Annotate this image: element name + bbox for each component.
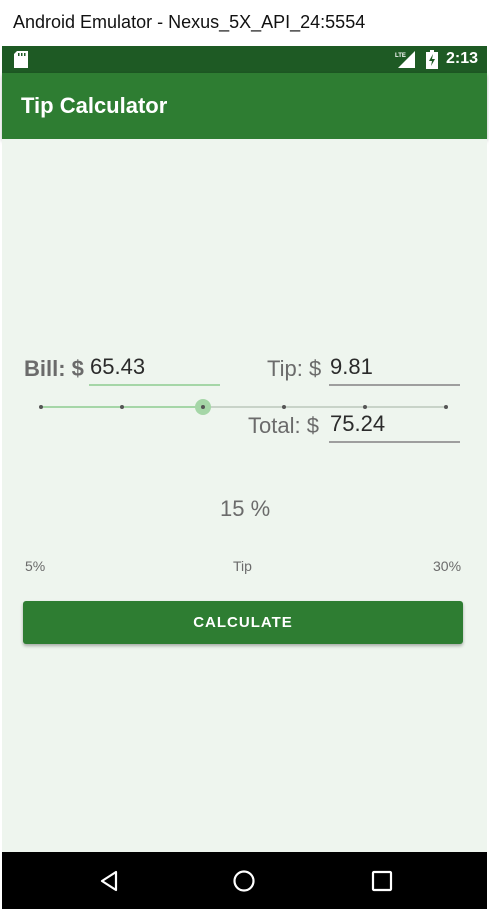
recents-icon[interactable] bbox=[371, 870, 393, 892]
slider-caption: Tip bbox=[233, 558, 252, 574]
bill-input[interactable]: 65.43 bbox=[89, 354, 220, 386]
back-icon[interactable] bbox=[99, 870, 119, 892]
app-bar: Tip Calculator bbox=[2, 73, 487, 139]
tip-percent-text: 15 % bbox=[220, 496, 271, 521]
svg-text:LTE: LTE bbox=[395, 53, 406, 59]
main-content: Bill: $ 65.43 Tip: $ 9.81 Total: $ 75.24… bbox=[2, 139, 487, 852]
slider-tick bbox=[282, 405, 286, 409]
slider-tick bbox=[363, 405, 367, 409]
slider-thumb[interactable] bbox=[195, 399, 211, 415]
slider-tick bbox=[444, 405, 448, 409]
bill-label: Bill: $ bbox=[24, 356, 84, 381]
sd-card-icon bbox=[14, 51, 28, 68]
navigation-bar bbox=[2, 852, 487, 909]
slider-tick bbox=[39, 405, 43, 409]
window-title: Android Emulator - Nexus_5X_API_24:5554 bbox=[0, 0, 489, 46]
slider-tick bbox=[120, 405, 124, 409]
slider-min-label: 5% bbox=[25, 558, 46, 574]
status-clock: 2:13 bbox=[446, 50, 479, 67]
app-title: Tip Calculator bbox=[21, 93, 168, 118]
tip-output-field[interactable]: 9.81 bbox=[329, 354, 460, 386]
lte-signal-icon: LTE bbox=[395, 51, 415, 68]
home-icon[interactable] bbox=[232, 869, 256, 893]
total-output-field[interactable]: 75.24 bbox=[329, 411, 460, 443]
calculate-button[interactable]: CALCULATE bbox=[23, 601, 463, 644]
tip-label: Tip: $ bbox=[267, 356, 322, 381]
slider-max-label: 30% bbox=[433, 558, 462, 574]
tip-slider[interactable] bbox=[39, 399, 448, 415]
battery-charging-icon bbox=[426, 50, 438, 69]
status-bar: LTE 2:13 bbox=[2, 46, 487, 73]
total-label: Total: $ bbox=[248, 413, 319, 438]
